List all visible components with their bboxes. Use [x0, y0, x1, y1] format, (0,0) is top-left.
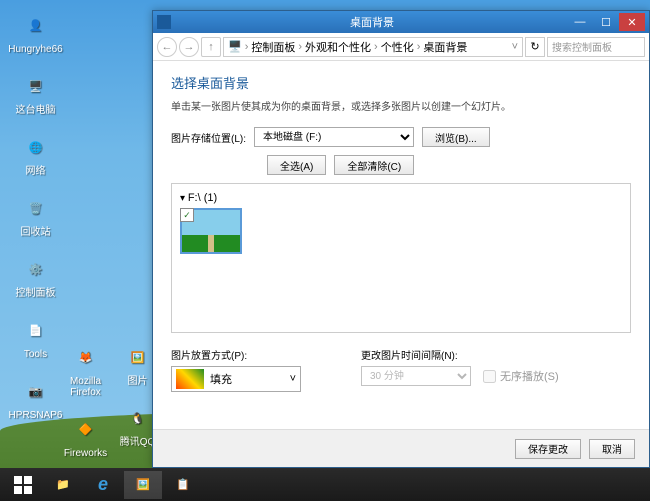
- path-icon: 🖥️: [228, 40, 242, 53]
- content-area: 选择桌面背景 单击某一张图片使其成为你的桌面背景，或选择多张图片以创建一个幻灯片…: [153, 61, 649, 429]
- desktop-icon-recycle[interactable]: 🗑️回收站: [8, 191, 63, 238]
- interval-select: 30 分钟: [361, 366, 471, 386]
- gallery-group-header[interactable]: ▾ F:\ (1): [180, 192, 622, 204]
- window-desktop-background: 桌面背景 — ☐ ✕ ← → ↑ 🖥️ ›控制面板 ›外观和个性化 ›个性化 ›…: [152, 10, 650, 468]
- desktop-icon-firefox[interactable]: 🦊Mozilla Firefox: [58, 340, 113, 398]
- desktop-icons-col2: 🦊Mozilla Firefox 🔶Fireworks: [58, 340, 113, 459]
- breadcrumb[interactable]: 🖥️ ›控制面板 ›外观和个性化 ›个性化 ›桌面背景 ˅: [223, 37, 523, 57]
- fit-preview-icon: [176, 369, 204, 389]
- windows-logo-icon: [14, 476, 32, 494]
- wallpaper-thumbnail[interactable]: [180, 208, 242, 254]
- desktop-icon-computer[interactable]: 🖥️这台电脑: [8, 69, 63, 116]
- dialog-footer: 保存更改 取消: [153, 429, 649, 467]
- search-input[interactable]: 搜索控制面板: [547, 37, 645, 57]
- page-subtitle: 单击某一张图片使其成为你的桌面背景，或选择多张图片以创建一个幻灯片。: [171, 98, 631, 113]
- taskbar-explorer[interactable]: 📁: [44, 471, 82, 499]
- select-all-button[interactable]: 全选(A): [267, 155, 326, 175]
- taskbar[interactable]: 📁 e 🖼️ 📋: [0, 468, 650, 501]
- desktop-icon-user[interactable]: 👤Hungryhe66: [8, 8, 63, 55]
- desktop-icons-col1: 👤Hungryhe66 🖥️这台电脑 🌐网络 🗑️回收站 ⚙️控制面板 📄Too…: [8, 8, 63, 421]
- fit-select[interactable]: 填充 ˅: [171, 366, 301, 392]
- desktop-icon-tools[interactable]: 📄Tools: [8, 313, 63, 360]
- titlebar[interactable]: 桌面背景 — ☐ ✕: [153, 11, 649, 33]
- forward-button[interactable]: →: [179, 37, 199, 57]
- interval-label: 更改图片时间间隔(N):: [361, 347, 559, 362]
- minimize-button[interactable]: —: [567, 13, 593, 31]
- save-button[interactable]: 保存更改: [515, 439, 581, 459]
- taskbar-active-window[interactable]: 🖼️: [124, 471, 162, 499]
- desktop-icon-fireworks[interactable]: 🔶Fireworks: [58, 412, 113, 459]
- close-button[interactable]: ✕: [619, 13, 645, 31]
- shuffle-checkbox: 无序播放(S): [483, 368, 559, 384]
- window-icon: [157, 15, 171, 29]
- fit-label: 图片放置方式(P):: [171, 347, 301, 362]
- start-button[interactable]: [4, 471, 42, 499]
- navbar: ← → ↑ 🖥️ ›控制面板 ›外观和个性化 ›个性化 ›桌面背景 ˅ ↻ 搜索…: [153, 33, 649, 61]
- clear-all-button[interactable]: 全部清除(C): [334, 155, 414, 175]
- desktop-icon-network[interactable]: 🌐网络: [8, 130, 63, 177]
- cancel-button[interactable]: 取消: [589, 439, 635, 459]
- location-select[interactable]: 本地磁盘 (F:): [254, 127, 414, 147]
- page-heading: 选择桌面背景: [171, 73, 631, 92]
- refresh-button[interactable]: ↻: [525, 37, 545, 57]
- window-title: 桌面背景: [177, 14, 567, 30]
- browse-button[interactable]: 浏览(B)...: [422, 127, 490, 147]
- image-gallery: ▾ F:\ (1): [171, 183, 631, 333]
- desktop-icon-hprsnap[interactable]: 📷HPRSNAP6: [8, 374, 63, 421]
- maximize-button[interactable]: ☐: [593, 13, 619, 31]
- taskbar-ie[interactable]: e: [84, 471, 122, 499]
- back-button[interactable]: ←: [157, 37, 177, 57]
- location-label: 图片存储位置(L):: [171, 130, 246, 145]
- desktop-icon-control[interactable]: ⚙️控制面板: [8, 252, 63, 299]
- taskbar-app[interactable]: 📋: [164, 471, 202, 499]
- up-button[interactable]: ↑: [201, 37, 221, 57]
